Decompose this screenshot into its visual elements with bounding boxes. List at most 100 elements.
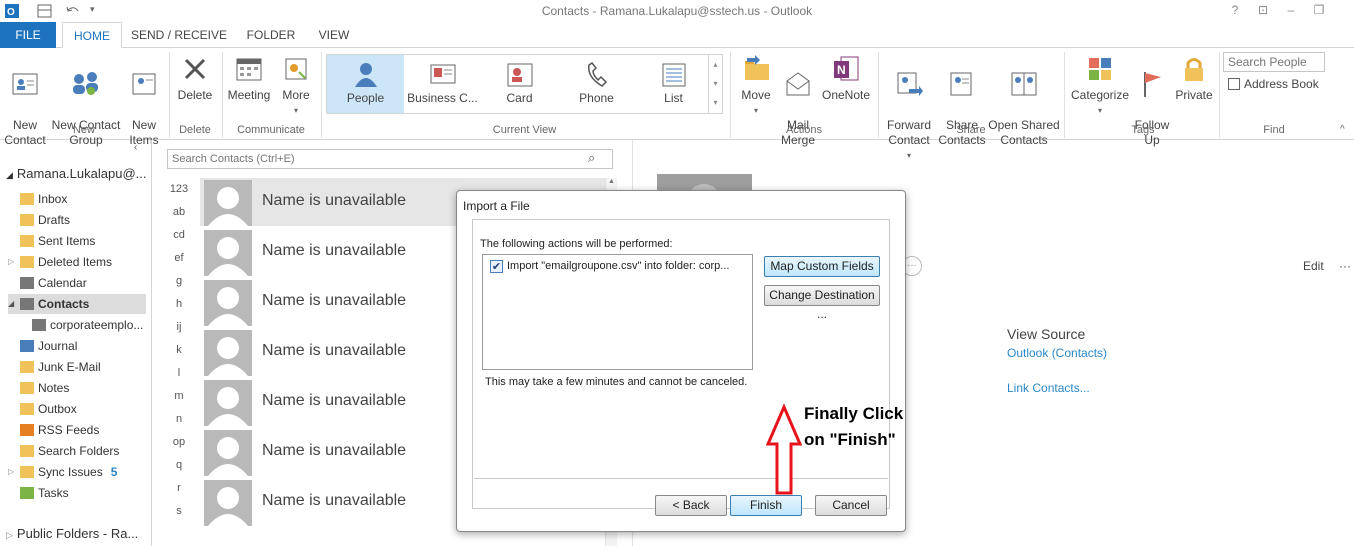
collapse-folder-icon[interactable]: ◢: [8, 294, 14, 314]
folder-item-sent-items[interactable]: Sent Items: [20, 231, 95, 251]
alpha-index-item[interactable]: h: [165, 298, 193, 310]
view-gallery-scroll[interactable]: ▴ ▾ ▾: [708, 55, 722, 113]
contact-name: Name is unavailable: [262, 492, 407, 509]
ribbon-separator: [321, 52, 322, 138]
help-button[interactable]: ?: [1226, 3, 1244, 19]
folder-item-drafts[interactable]: Drafts: [20, 210, 70, 230]
search-icon[interactable]: ⌕: [588, 150, 595, 166]
folder-item-calendar[interactable]: Calendar: [20, 273, 87, 293]
alpha-index-item[interactable]: cd: [165, 229, 193, 241]
delete-button[interactable]: Delete: [172, 54, 218, 103]
folder-label: Contacts: [38, 297, 90, 311]
edit-link[interactable]: Edit: [1303, 259, 1324, 273]
scroll-up-icon[interactable]: ▲: [606, 178, 617, 185]
tab-home[interactable]: HOME: [62, 22, 122, 48]
more-communicate-button[interactable]: More ▾: [276, 54, 316, 118]
folder-pane: ‹ ◢ Ramana.Lukalapu@... Inbox Drafts Sent I…: [0, 140, 152, 546]
folder-item-search-folders[interactable]: Search Folders: [20, 441, 119, 461]
view-list[interactable]: List: [635, 55, 712, 113]
alpha-index-item[interactable]: m: [165, 390, 193, 402]
alpha-index-item[interactable]: n: [165, 413, 193, 425]
map-custom-fields-button[interactable]: Map Custom Fields ...: [764, 256, 880, 292]
more-reading-options-icon[interactable]: ···: [1339, 259, 1351, 273]
account-header[interactable]: ◢ Ramana.Lukalapu@...: [6, 164, 146, 184]
change-destination-button[interactable]: Change Destination ...: [764, 285, 880, 321]
folder-label: Drafts: [38, 213, 71, 227]
alpha-index-item[interactable]: q: [165, 459, 193, 471]
collapse-folder-pane-icon[interactable]: ‹: [134, 142, 137, 153]
mail-merge-icon: [786, 72, 810, 96]
alpha-index-item[interactable]: l: [165, 367, 193, 379]
tab-send-receive[interactable]: SEND / RECEIVE: [128, 22, 230, 48]
expand-account-icon: ◢: [6, 170, 13, 180]
expand-folder-icon[interactable]: ▷: [8, 462, 14, 482]
ribbon-display-options-icon[interactable]: ⊡: [1254, 3, 1272, 19]
view-card[interactable]: Card: [481, 55, 558, 113]
minimize-button[interactable]: –: [1282, 3, 1300, 19]
search-contacts-input[interactable]: [167, 149, 613, 169]
alpha-index-item[interactable]: r: [165, 482, 193, 494]
search-people-input[interactable]: [1223, 52, 1325, 72]
alpha-index-item[interactable]: k: [165, 344, 193, 356]
people-icon: [354, 63, 377, 87]
tab-file[interactable]: FILE: [0, 22, 56, 48]
link-contacts-link[interactable]: Link Contacts...: [1007, 381, 1090, 395]
tab-view[interactable]: VIEW: [312, 22, 356, 48]
view-phone[interactable]: Phone: [558, 55, 635, 113]
folder-icon: [20, 487, 34, 499]
more-dropdown-icon: ▾: [293, 106, 298, 115]
new-contact-button[interactable]: New Contact: [2, 54, 48, 148]
move-dropdown-icon: ▾: [753, 106, 758, 115]
import-action-checkbox[interactable]: ✔: [490, 260, 503, 273]
title-bar: O ▾ Contacts - Ramana.Lukalapu@sstech.us…: [0, 0, 1354, 22]
folder-item-rss-feeds[interactable]: RSS Feeds: [20, 420, 99, 440]
folder-item-deleted-items[interactable]: Deleted Items ▷: [8, 252, 112, 272]
group-label-actions: Actions: [785, 124, 823, 136]
expand-folder-icon[interactable]: ▷: [8, 252, 14, 272]
categorize-button[interactable]: Categorize ▾: [1068, 54, 1132, 118]
folder-item-notes[interactable]: Notes: [20, 378, 69, 398]
delete-label: Delete: [177, 88, 213, 102]
folder-item-contacts[interactable]: Contacts ◢: [8, 294, 146, 314]
alpha-index-item[interactable]: ab: [165, 206, 193, 218]
new-items-button[interactable]: New Items: [122, 54, 166, 148]
meeting-label: Meeting: [227, 88, 271, 102]
public-folders-header[interactable]: ▷ Public Folders - Ra...: [6, 524, 138, 544]
folder-item-corporateemplo[interactable]: corporateemplo...: [32, 315, 143, 335]
collapse-ribbon-icon[interactable]: ^: [1340, 124, 1345, 135]
maximize-button[interactable]: ❐: [1310, 3, 1328, 19]
annotation-line-1: Finally Click: [804, 404, 904, 423]
forward-contact-button[interactable]: Forward Contact ▾: [882, 54, 936, 178]
folder-item-outbox[interactable]: Outbox: [20, 399, 77, 419]
cancel-button[interactable]: Cancel: [815, 495, 887, 516]
alpha-index-item[interactable]: op: [165, 436, 193, 448]
meeting-button[interactable]: Meeting: [224, 54, 274, 103]
alpha-index-item[interactable]: ef: [165, 252, 193, 264]
folder-item-sync-issues[interactable]: Sync Issues 5 ▷: [8, 462, 117, 482]
calendar-meeting-icon: [236, 58, 262, 81]
back-button[interactable]: < Back: [655, 495, 727, 516]
contact-name: Name is unavailable: [262, 342, 407, 359]
view-people[interactable]: People: [327, 55, 404, 113]
view-source-link[interactable]: Outlook (Contacts): [1007, 346, 1107, 360]
share-contacts-icon: [950, 72, 972, 96]
view-business-card[interactable]: Business C...: [404, 55, 481, 113]
folder-item-inbox[interactable]: Inbox: [20, 189, 67, 209]
folder-item-junk-e-mail[interactable]: Junk E-Mail: [20, 357, 101, 377]
alpha-index-item[interactable]: ij: [165, 321, 193, 333]
alpha-index-item[interactable]: s: [165, 505, 193, 517]
onenote-button[interactable]: N OneNote: [818, 54, 874, 103]
alpha-index-item[interactable]: g: [165, 275, 193, 287]
import-file-dialog: Import a File The following actions will…: [456, 190, 906, 532]
address-book-button[interactable]: Address Book: [1228, 77, 1319, 91]
contact-name: Name is unavailable: [262, 192, 407, 209]
folder-item-journal[interactable]: Journal: [20, 336, 77, 356]
folder-item-tasks[interactable]: Tasks: [20, 483, 69, 503]
folder-icon: [20, 382, 34, 394]
alpha-index-item[interactable]: 123: [165, 183, 193, 195]
tab-folder[interactable]: FOLDER: [240, 22, 302, 48]
folder-label: Inbox: [38, 192, 68, 206]
finish-button[interactable]: Finish: [730, 495, 802, 516]
move-button[interactable]: Move ▾: [734, 54, 778, 118]
private-button[interactable]: Private: [1172, 54, 1216, 103]
